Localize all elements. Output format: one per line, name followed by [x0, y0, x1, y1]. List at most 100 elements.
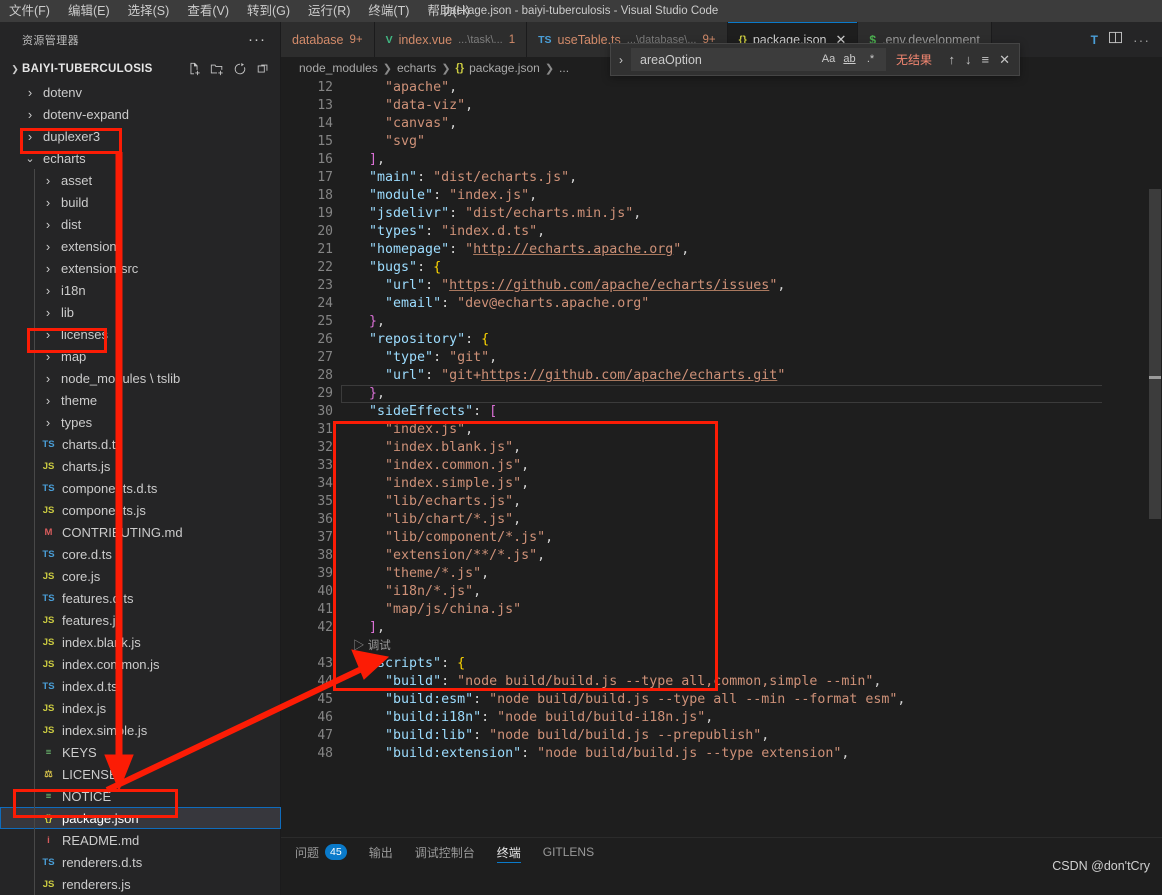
code-line[interactable]: 30 "sideEffects": [ — [281, 403, 1162, 421]
code-line[interactable]: 19 "jsdelivr": "dist/echarts.min.js", — [281, 205, 1162, 223]
tree-file-row[interactable]: {} package.json — [0, 807, 281, 829]
toggle-replace-icon[interactable]: › — [611, 53, 631, 67]
workspace-root-row[interactable]: ❯ BAIYI-TUBERCULOSIS — [0, 57, 280, 81]
scrollbar-thumb[interactable] — [1149, 189, 1161, 519]
tree-folder-row[interactable]: › i18n — [0, 279, 281, 301]
tree-file-row[interactable]: TS components.d.ts — [0, 477, 281, 499]
code-line[interactable]: 44 "build": "node build/build.js --type … — [281, 673, 1162, 691]
text-format-icon[interactable]: T — [1091, 33, 1098, 47]
tree-file-row[interactable]: JS core.js — [0, 565, 281, 587]
close-icon[interactable]: ✕ — [999, 52, 1010, 68]
new-file-icon[interactable] — [187, 62, 201, 76]
code-line[interactable]: 33 "index.common.js", — [281, 457, 1162, 475]
panel-tab-output[interactable]: 输出 — [369, 838, 393, 866]
menu-file[interactable]: 文件(F) — [0, 0, 59, 22]
code-line[interactable]: 24 "email": "dev@echarts.apache.org" — [281, 295, 1162, 313]
tree-folder-row[interactable]: › licenses — [0, 323, 281, 345]
panel-tab-debug-console[interactable]: 调试控制台 — [415, 838, 475, 866]
tab-index-vue[interactable]: V index.vue ...\task\... 1 — [374, 22, 528, 57]
tree-folder-row[interactable]: › node_modules \ tslib — [0, 367, 281, 389]
breadcrumb-package-json[interactable]: package.json — [469, 61, 540, 75]
tree-file-row[interactable]: M CONTRIBUTING.md — [0, 521, 281, 543]
menu-go[interactable]: 转到(G) — [238, 0, 299, 22]
tree-file-row[interactable]: JS index.js — [0, 697, 281, 719]
tree-file-row[interactable]: ≡ KEYS — [0, 741, 281, 763]
tree-folder-row[interactable]: › duplexer3 — [0, 125, 281, 147]
code-line[interactable]: 45 "build:esm": "node build/build.js --t… — [281, 691, 1162, 709]
tree-file-row[interactable]: JS charts.js — [0, 455, 281, 477]
file-tree[interactable]: › dotenv › dotenv-expand › duplexer3 ⌄ echarts ›… — [0, 81, 281, 895]
breadcrumb-symbol[interactable]: ... — [559, 61, 569, 75]
code-line[interactable]: 41 "map/js/china.js" — [281, 601, 1162, 619]
tree-folder-row[interactable]: › dist — [0, 213, 281, 235]
menu-run[interactable]: 运行(R) — [299, 0, 359, 22]
explorer-more-icon[interactable]: ··· — [248, 31, 266, 48]
code-line[interactable]: 31 "index.js", — [281, 421, 1162, 439]
tab-database[interactable]: database 9+ — [281, 22, 375, 57]
code-line[interactable]: 25 }, — [281, 313, 1162, 331]
tree-folder-row[interactable]: › dotenv — [0, 81, 281, 103]
code-line[interactable]: 42 ], — [281, 619, 1162, 637]
tree-file-row[interactable]: TS core.d.ts — [0, 543, 281, 565]
code-line[interactable]: 35 "lib/echarts.js", — [281, 493, 1162, 511]
code-line[interactable]: 14 "canvas", — [281, 115, 1162, 133]
tree-folder-row[interactable]: › extension-src — [0, 257, 281, 279]
new-folder-icon[interactable] — [210, 62, 224, 76]
editor-scrollbar[interactable] — [1148, 79, 1162, 839]
tree-folder-row[interactable]: › extension — [0, 235, 281, 257]
tree-file-row[interactable]: JS renderers.js — [0, 873, 281, 895]
code-line[interactable]: 20 "types": "index.d.ts", — [281, 223, 1162, 241]
next-match-icon[interactable]: ↓ — [965, 52, 972, 67]
menu-selection[interactable]: 选择(S) — [119, 0, 179, 22]
tree-file-row[interactable]: TS charts.d.ts — [0, 433, 281, 455]
tree-folder-row[interactable]: › asset — [0, 169, 281, 191]
breadcrumb-node-modules[interactable]: node_modules — [299, 61, 378, 75]
code-line[interactable]: 21 "homepage": "http://echarts.apache.or… — [281, 241, 1162, 259]
tree-folder-row[interactable]: › types — [0, 411, 281, 433]
code-line[interactable]: 47 "build:lib": "node build/build.js --p… — [281, 727, 1162, 745]
code-line[interactable]: 13 "data-viz", — [281, 97, 1162, 115]
minimap[interactable] — [1102, 79, 1140, 839]
tree-file-row[interactable]: TS index.d.ts — [0, 675, 281, 697]
tree-folder-row[interactable]: › dotenv-expand — [0, 103, 281, 125]
code-line[interactable]: 26 "repository": { — [281, 331, 1162, 349]
tree-file-row[interactable]: i README.md — [0, 829, 281, 851]
panel-tab-terminal[interactable]: 终端 — [496, 838, 521, 866]
code-line[interactable]: 36 "lib/chart/*.js", — [281, 511, 1162, 529]
tree-file-row[interactable]: JS index.blank.js — [0, 631, 281, 653]
tree-file-row[interactable]: JS index.simple.js — [0, 719, 281, 741]
panel-tab-gitlens[interactable]: GITLENS — [543, 838, 594, 866]
terminal-output[interactable]: [0] 15:27:55 [vite] hmr update /src/view… — [281, 866, 1162, 895]
breadcrumb-echarts[interactable]: echarts — [397, 61, 436, 75]
tree-file-row[interactable]: JS index.common.js — [0, 653, 281, 675]
find-in-selection-icon[interactable]: ≡ — [982, 52, 990, 67]
code-editor[interactable]: 12 "apache", 13 "data-viz", 14 "canvas", 15… — [281, 79, 1162, 839]
match-case-icon[interactable]: Aa — [818, 50, 839, 69]
tree-file-row[interactable]: ≡ NOTICE — [0, 785, 281, 807]
code-line[interactable]: 38 "extension/**/*.js", — [281, 547, 1162, 565]
collapse-all-icon[interactable] — [256, 62, 270, 76]
menu-view[interactable]: 查看(V) — [178, 0, 238, 22]
previous-match-icon[interactable]: ↑ — [949, 52, 956, 67]
tree-file-row[interactable]: ⚖ LICENSE — [0, 763, 281, 785]
code-line[interactable]: 23 "url": "https://github.com/apache/ech… — [281, 277, 1162, 295]
more-actions-icon[interactable]: ··· — [1133, 32, 1150, 48]
code-lens-row[interactable]: ▷ 调试 — [281, 637, 1162, 655]
menu-terminal[interactable]: 终端(T) — [359, 0, 418, 22]
code-line[interactable]: 48 "build:extension": "node build/build.… — [281, 745, 1162, 763]
match-whole-word-icon[interactable]: ab — [839, 50, 860, 69]
code-line[interactable]: 12 "apache", — [281, 79, 1162, 97]
tree-file-row[interactable]: JS components.js — [0, 499, 281, 521]
tree-folder-row[interactable]: › theme — [0, 389, 281, 411]
find-widget[interactable]: › areaOption Aa ab .* 无结果 ↑ ↓ ≡ ✕ — [610, 43, 1020, 76]
tree-folder-row[interactable]: › lib — [0, 301, 281, 323]
code-lens-debug[interactable]: ▷ 调试 — [353, 637, 391, 655]
code-line[interactable]: 17 "main": "dist/echarts.js", — [281, 169, 1162, 187]
menu-edit[interactable]: 编辑(E) — [59, 0, 119, 22]
split-editor-icon[interactable] — [1108, 31, 1123, 49]
code-line[interactable]: 16 ], — [281, 151, 1162, 169]
menu-help[interactable]: 帮助(H) — [418, 0, 478, 22]
code-line[interactable]: 37 "lib/component/*.js", — [281, 529, 1162, 547]
code-line[interactable]: 28 "url": "git+https://github.com/apache… — [281, 367, 1162, 385]
tree-file-row[interactable]: TS features.d.ts — [0, 587, 281, 609]
